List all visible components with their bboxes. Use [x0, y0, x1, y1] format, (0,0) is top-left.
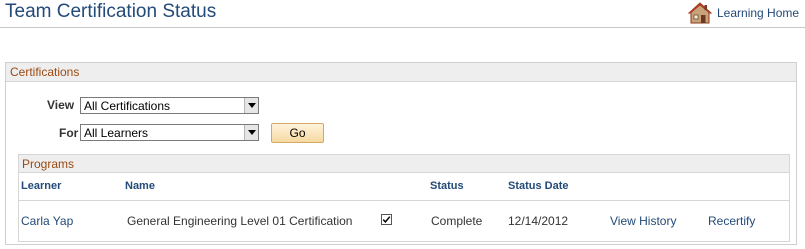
page-title: Team Certification Status: [5, 1, 217, 22]
status-date-value: 12/14/2012: [508, 214, 569, 228]
learning-home-label[interactable]: Learning Home: [717, 6, 799, 20]
certifications-header: Certifications: [6, 63, 796, 82]
col-header-learner: Learner: [21, 180, 62, 192]
col-header-status: Status: [430, 180, 464, 192]
house-icon: [688, 2, 712, 24]
checkmark-icon: [381, 214, 392, 225]
status-value: Complete: [431, 214, 483, 228]
title-divider: [0, 27, 805, 28]
view-label: View: [47, 98, 75, 112]
go-button[interactable]: Go: [271, 123, 324, 143]
certification-name: General Engineering Level 01 Certificati…: [127, 214, 353, 228]
learner-link[interactable]: Carla Yap: [21, 214, 73, 228]
programs-grid: Programs: [18, 154, 790, 242]
learning-home-link[interactable]: Learning Home: [688, 1, 799, 25]
view-history-link[interactable]: View History: [610, 214, 676, 228]
for-select-value: All Learners: [84, 125, 149, 140]
complete-checkbox: [381, 214, 392, 228]
view-select-value: All Certifications: [84, 98, 171, 113]
recertify-link[interactable]: Recertify: [708, 214, 755, 228]
col-header-name: Name: [125, 180, 155, 192]
chevron-down-icon[interactable]: [244, 98, 258, 113]
for-label: For: [59, 126, 79, 140]
programs-header: Programs: [19, 155, 789, 173]
view-select[interactable]: All Certifications: [80, 97, 259, 114]
header-divider: [19, 200, 789, 201]
col-header-status-date: Status Date: [508, 180, 569, 192]
for-select[interactable]: All Learners: [80, 124, 259, 141]
chevron-down-icon[interactable]: [244, 125, 258, 140]
